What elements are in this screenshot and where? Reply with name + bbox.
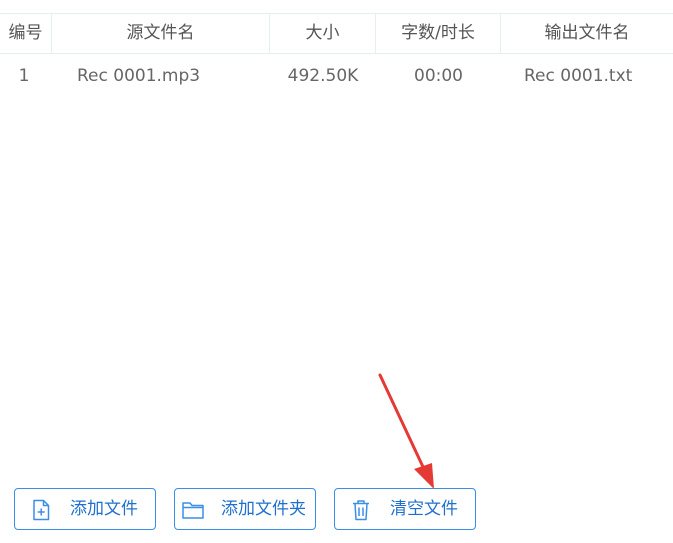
row-index: 1 (18, 66, 30, 86)
folder-icon (182, 502, 204, 519)
clear-files-label: 清空文件 (390, 499, 458, 519)
column-header-output-name[interactable]: 输出文件名 (501, 14, 673, 53)
table-header: 编号 源文件名 大小 字数/时长 输出文件名 (0, 13, 673, 54)
trash-icon (353, 500, 369, 521)
file-list-table: 编号 源文件名 大小 字数/时长 输出文件名 1 Rec 0001.mp3 49… (0, 0, 673, 460)
column-header-duration[interactable]: 字数/时长 (376, 14, 501, 53)
row-size: 492.50K (287, 66, 359, 86)
row-output-name: Rec 0001.txt (524, 66, 633, 86)
column-header-source-name[interactable]: 源文件名 (52, 14, 270, 53)
column-header-size[interactable]: 大小 (270, 14, 376, 53)
add-folder-label: 添加文件夹 (221, 499, 306, 519)
row-duration: 00:00 (414, 66, 463, 86)
add-file-button[interactable]: 添加文件 (14, 488, 156, 530)
table-row[interactable]: 1 Rec 0001.mp3 492.50K 00:00 Rec 0001.tx… (0, 58, 673, 94)
file-plus-icon (33, 499, 50, 521)
column-header-index[interactable]: 编号 (0, 14, 52, 53)
row-source-name: Rec 0001.mp3 (77, 66, 201, 86)
clear-files-button[interactable]: 清空文件 (334, 488, 476, 530)
add-file-label: 添加文件 (70, 499, 138, 519)
add-folder-button[interactable]: 添加文件夹 (174, 488, 316, 530)
